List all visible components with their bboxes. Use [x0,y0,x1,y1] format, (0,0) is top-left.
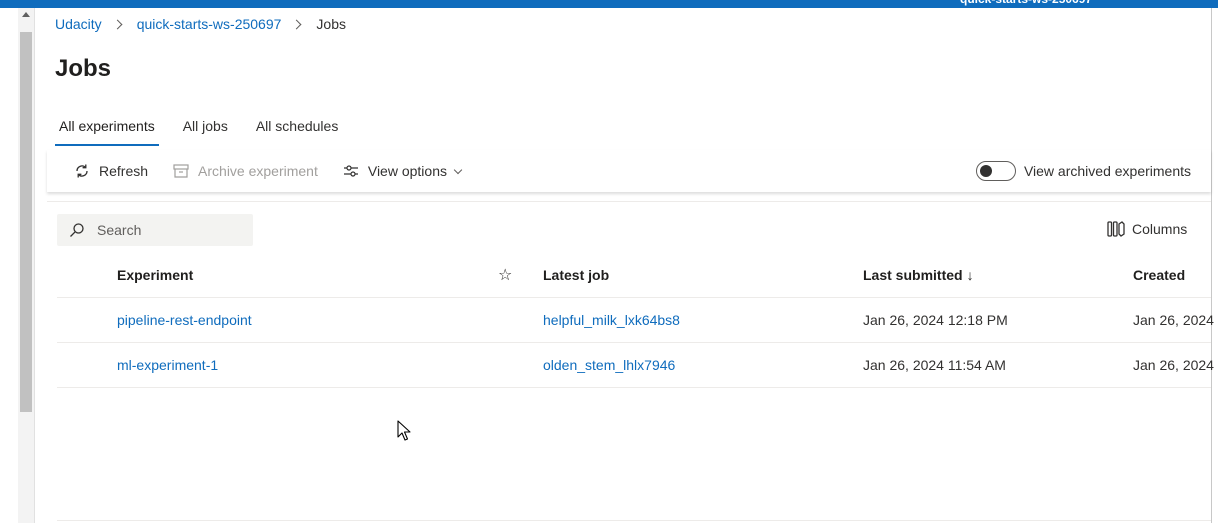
created-cell: Jan 26, 2024 [1133,357,1214,373]
refresh-icon [73,162,91,180]
last-submitted-label: Last submitted [863,267,963,283]
columns-label: Columns [1132,221,1188,237]
table-bottom-divider [57,520,1211,521]
breadcrumb-item-workspace[interactable]: quick-starts-ws-250697 [137,16,282,32]
search-input[interactable] [97,222,247,238]
top-header-bar: quick-starts-ws-250697 [0,0,1218,8]
column-header-experiment[interactable]: Experiment [117,267,193,283]
scroll-up-arrow-icon[interactable] [22,12,30,17]
column-header-last-submitted[interactable]: Last submitted ↓ [863,267,974,283]
archive-experiment-button[interactable]: Archive experiment [160,151,330,191]
chevron-right-icon [112,19,123,29]
tab-all-jobs[interactable]: All jobs [179,113,232,146]
table-header: Experiment ☆ Latest job Last submitted ↓ … [57,253,1211,298]
divider [47,201,1211,202]
mouse-cursor-icon [397,420,411,441]
star-icon[interactable]: ☆ [498,265,512,285]
experiments-table: Experiment ☆ Latest job Last submitted ↓ … [57,253,1214,388]
left-scrollbar[interactable] [18,8,35,523]
column-header-latest-job[interactable]: Latest job [543,267,609,283]
view-archived-toggle[interactable] [975,161,1016,181]
tab-bar: All experiments All jobs All schedules [55,113,362,146]
experiment-link[interactable]: ml-experiment-1 [117,357,218,373]
chevron-down-icon [453,165,463,174]
view-archived-toggle-group: View archived experiments [975,161,1191,181]
page-title: Jobs [55,55,112,82]
sort-descending-icon: ↓ [966,267,974,283]
view-options-label: View options [367,163,447,179]
search-box[interactable] [57,214,253,246]
breadcrumb-item-udacity[interactable]: Udacity [55,16,102,32]
toggle-knob [979,165,992,177]
breadcrumb-item-current: Jobs [316,16,346,32]
sliders-icon [342,162,360,180]
workspace-name[interactable]: quick-starts-ws-250697 [960,0,1092,6]
archive-icon [172,162,190,180]
created-cell: Jan 26, 2024 [1133,312,1214,328]
latest-job-link[interactable]: olden_stem_lhlx7946 [543,357,675,373]
refresh-button[interactable]: Refresh [61,151,160,191]
last-submitted-cell: Jan 26, 2024 12:18 PM [863,312,1008,328]
last-submitted-cell: Jan 26, 2024 11:54 AM [863,357,1006,373]
tab-all-experiments[interactable]: All experiments [55,113,159,146]
tab-all-schedules[interactable]: All schedules [252,113,343,146]
breadcrumb: Udacity quick-starts-ws-250697 Jobs [55,16,346,32]
refresh-label: Refresh [99,163,149,179]
archive-experiment-label: Archive experiment [198,163,318,179]
chevron-right-icon [291,19,302,29]
experiment-link[interactable]: pipeline-rest-endpoint [117,312,252,328]
column-header-created[interactable]: Created [1133,267,1185,283]
table-row[interactable]: ml-experiment-1 olden_stem_lhlx7946 Jan … [57,343,1214,388]
columns-icon [1106,220,1126,238]
view-options-button[interactable]: View options [330,151,473,191]
search-icon [69,222,85,238]
right-panel-edge [1211,8,1218,523]
table-row[interactable]: pipeline-rest-endpoint helpful_milk_lxk6… [57,298,1214,343]
scrollbar-thumb[interactable] [20,32,32,412]
view-archived-label: View archived experiments [1023,163,1191,179]
latest-job-link[interactable]: helpful_milk_lxk64bs8 [543,312,680,328]
command-bar: Refresh Archive experiment View options … [47,150,1211,192]
columns-button[interactable]: Columns [1106,220,1187,238]
